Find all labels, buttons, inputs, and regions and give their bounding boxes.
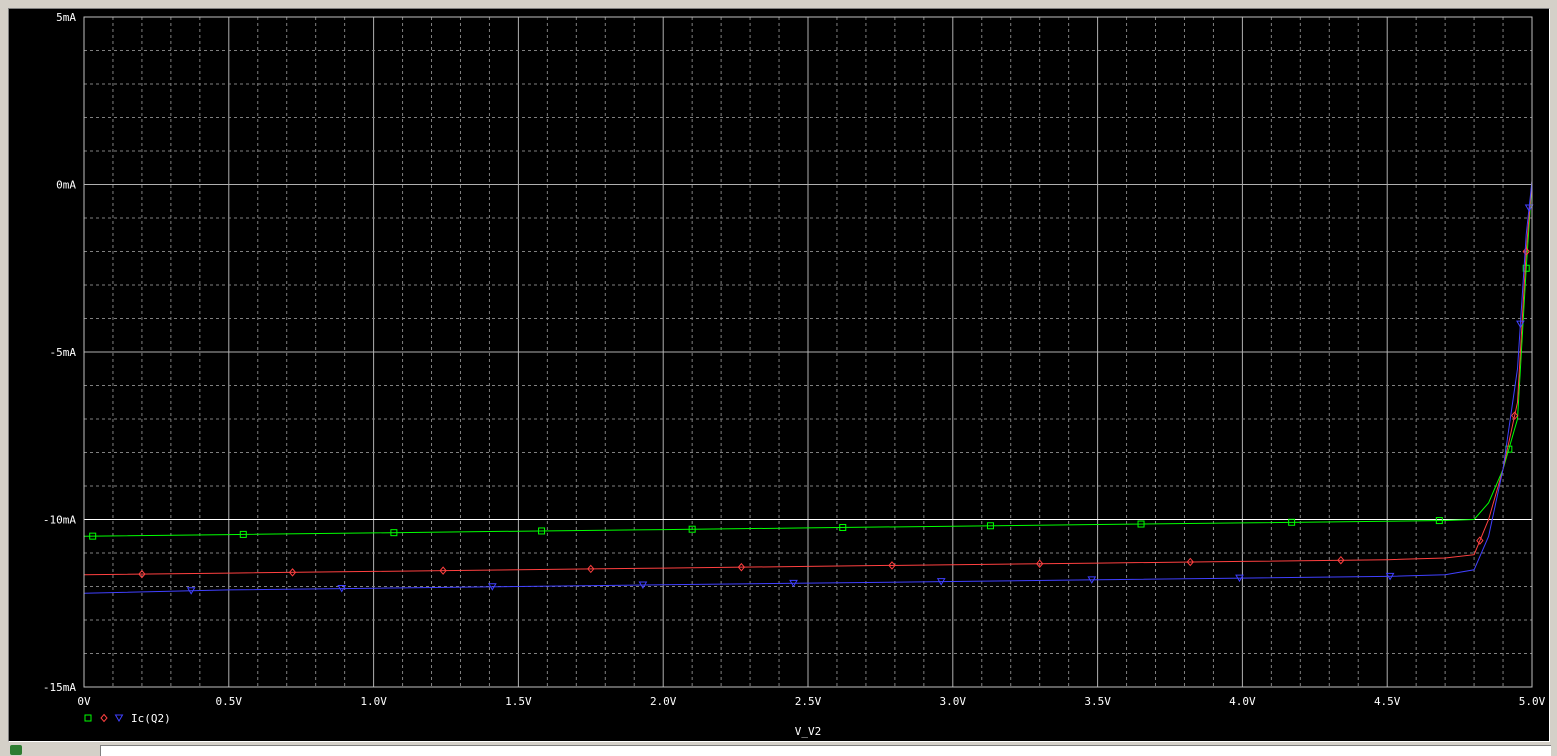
series-marker-diamond [100,713,108,723]
status-bar [0,742,1557,756]
y-tick-label: 5mA [56,11,76,24]
x-tick-label: 4.5V [1374,695,1401,708]
x-tick-label: 1.0V [360,695,387,708]
y-tick-label: -15mA [43,681,76,694]
x-tick-label: 2.0V [650,695,677,708]
legend-label: Ic(Q2) [131,712,171,725]
plot-window: 5mA 0mA -5mA -10mA -15mA 0V 0.5V 1.0V 1.5V 2.0V 2.… [8,8,1550,742]
x-tick-label: 3.0V [940,695,967,708]
x-tick-label: 0.5V [216,695,243,708]
x-tick-label: 3.5V [1084,695,1111,708]
grid [83,16,1533,688]
x-tick-label: 1.5V [505,695,532,708]
y-tick-label: 0mA [56,179,76,192]
y-tick-label: -10mA [43,514,76,527]
y-tick-label: -5mA [50,346,77,359]
series-marker-square [84,714,92,722]
x-axis-label: V_V2 [795,725,822,738]
probe-icon [10,745,22,755]
x-tick-label: 0V [77,695,91,708]
axes: 5mA 0mA -5mA -10mA -15mA0V 0.5V 1.0V 1.5V 2.0V 2.… [43,11,1546,738]
x-tick-label: 5.0V [1519,695,1546,708]
legend[interactable]: Ic(Q2) [84,712,171,725]
status-field [100,745,1551,756]
x-tick-label: 2.5V [795,695,822,708]
plot-canvas[interactable]: 5mA 0mA -5mA -10mA -15mA0V 0.5V 1.0V 1.5V 2.0V 2.… [9,9,1549,741]
series-marker-triangle [114,714,124,722]
x-tick-label: 4.0V [1229,695,1256,708]
